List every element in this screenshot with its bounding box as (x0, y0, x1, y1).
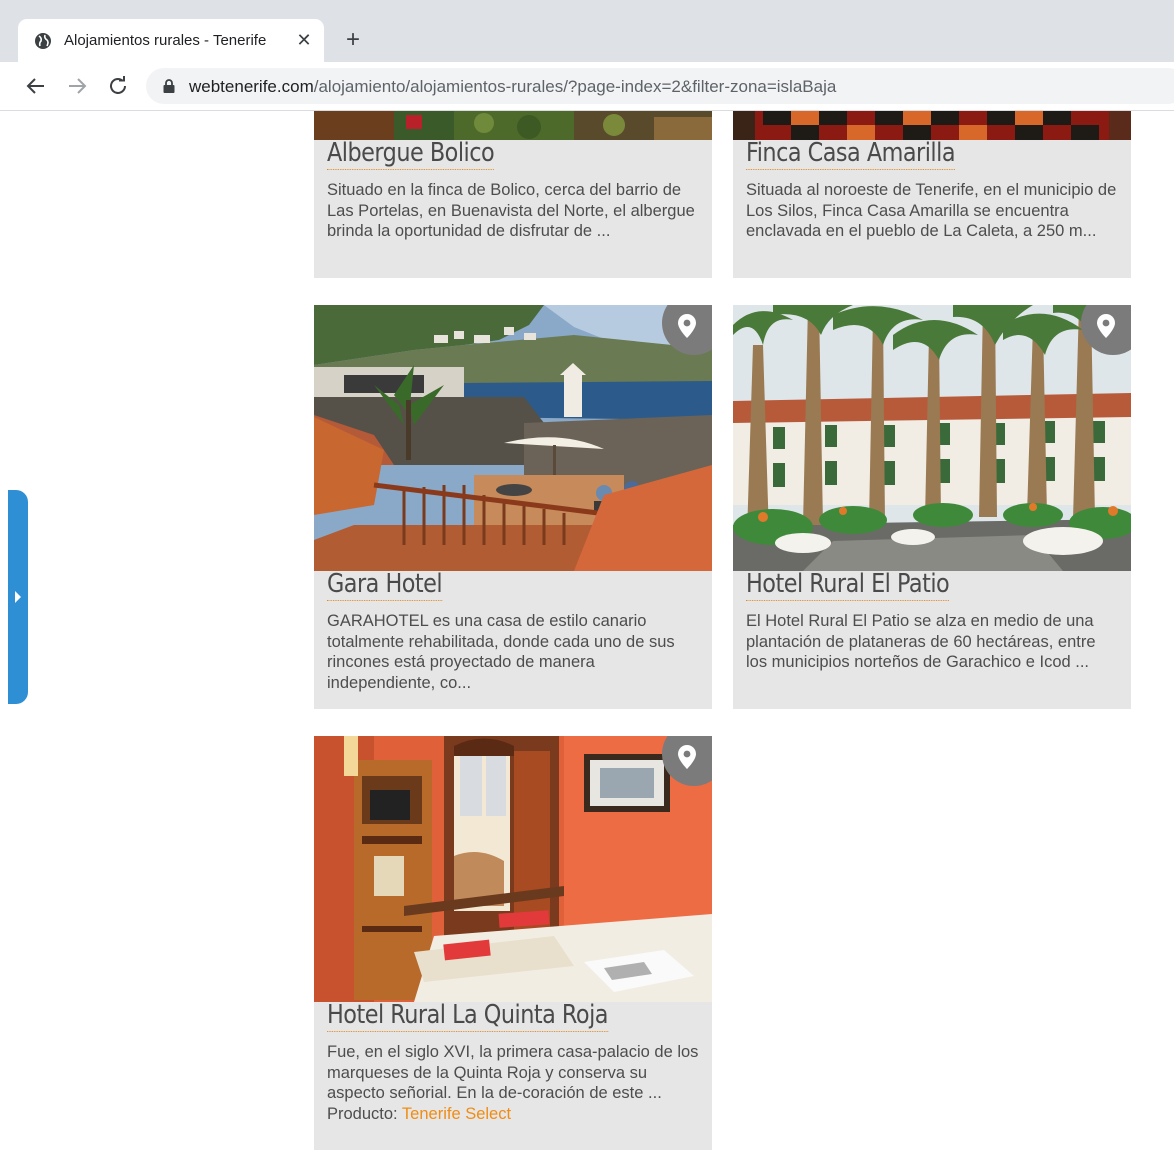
map-pin-icon (1097, 314, 1115, 338)
listing-card[interactable]: Hotel Rural El Patio El Hotel Rural El P… (733, 305, 1131, 709)
forward-arrow-icon[interactable] (65, 74, 89, 98)
tab-strip: Alojamientos rurales - Tenerife ✕ + (0, 0, 1174, 62)
product-label: Producto: (327, 1104, 402, 1123)
url-path: /alojamiento/alojamientos-rurales/?page-… (313, 77, 837, 96)
card-photo[interactable] (733, 111, 1131, 140)
map-pin-icon (678, 314, 696, 338)
card-description: Situada al noroeste de Tenerife, en el m… (746, 181, 1117, 240)
browser-tab[interactable]: Alojamientos rurales - Tenerife ✕ (18, 19, 324, 62)
card-description-text: Fue, en el siglo XVI, la primera casa-pa… (327, 1043, 699, 1102)
card-photo[interactable] (314, 305, 712, 571)
tab-title: Alojamientos rurales - Tenerife (64, 32, 267, 49)
globe-icon (35, 33, 51, 49)
side-panel-toggle[interactable] (8, 490, 28, 704)
map-pin-icon (678, 745, 696, 769)
caret-right-icon (15, 591, 21, 603)
url-host: webtenerife.com (189, 77, 314, 96)
listing-card[interactable]: Finca Casa Amarilla Situada al noroeste … (733, 111, 1131, 278)
listing-card[interactable]: Albergue Bolico Situado en la finca de B… (314, 111, 712, 278)
card-description: GARAHOTEL es una casa de estilo canario … (327, 612, 675, 692)
listing-card[interactable]: Hotel Rural La Quinta Roja Fue, en el si… (314, 736, 712, 1150)
close-tab-icon[interactable]: ✕ (293, 29, 315, 51)
card-description: Situado en la finca de Bolico, cerca del… (327, 181, 695, 240)
card-photo[interactable] (314, 111, 712, 140)
browser-toolbar: webtenerife.com/alojamiento/alojamientos… (0, 62, 1174, 111)
url-text[interactable]: webtenerife.com/alojamiento/alojamientos… (189, 77, 836, 97)
lock-icon[interactable] (162, 78, 176, 94)
reload-icon[interactable] (106, 74, 130, 98)
new-tab-button[interactable]: + (340, 27, 366, 53)
card-photo[interactable] (314, 736, 712, 1002)
card-description: Fue, en el siglo XVI, la primera casa-pa… (327, 1042, 699, 1124)
listing-card[interactable]: Gara Hotel GARAHOTEL es una casa de esti… (314, 305, 712, 709)
card-title[interactable]: Hotel Rural El Patio (746, 569, 950, 601)
card-title[interactable]: Albergue Bolico (327, 138, 495, 170)
product-link[interactable]: Tenerife Select (402, 1105, 511, 1123)
card-title[interactable]: Hotel Rural La Quinta Roja (327, 1000, 608, 1032)
address-bar[interactable]: webtenerife.com/alojamiento/alojamientos… (146, 68, 1174, 104)
card-photo[interactable] (733, 305, 1131, 571)
back-arrow-icon[interactable] (24, 74, 48, 98)
card-description: El Hotel Rural El Patio se alza en medio… (746, 612, 1096, 671)
card-title[interactable]: Gara Hotel (327, 569, 443, 601)
card-title[interactable]: Finca Casa Amarilla (746, 138, 956, 170)
